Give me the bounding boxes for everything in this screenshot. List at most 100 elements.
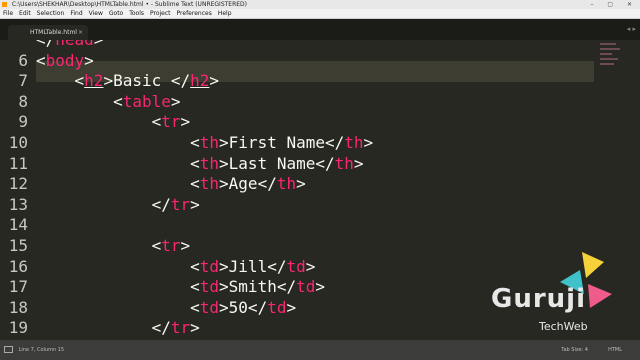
menu-item-selection[interactable]: Selection (34, 10, 68, 17)
code-line[interactable]: <th>Age</th> (36, 174, 306, 193)
tab-scroll-arrows-icon[interactable]: ◂ ▸ (627, 25, 636, 33)
app-icon (2, 2, 7, 7)
tab-bar: HTMLTable.html × ◂ ▸ (0, 19, 640, 40)
window-title: C:\Users\SHEKHAR\Desktop\HTMLTable.html … (11, 1, 248, 8)
code-text: < (190, 133, 200, 152)
cursor-position: Line 7, Column 15 (18, 347, 65, 353)
code-text: >Jill</ (219, 256, 287, 276)
menu-bar: File Edit Selection Find View Goto Tools Projec… (0, 9, 640, 19)
code-line[interactable]: <h2>Basic </h2> (36, 71, 220, 91)
line-number: 10 (8, 133, 28, 152)
tag-name: th (199, 174, 220, 194)
tag-name: td (199, 297, 220, 317)
tag-name: td (286, 256, 306, 276)
menu-item-find[interactable]: Find (67, 10, 85, 17)
code-text: < (190, 174, 200, 194)
line-number: 19 (8, 318, 28, 338)
code-text: >Age</ (219, 174, 277, 194)
tag-name: tr (170, 194, 191, 214)
syntax-selector[interactable]: HTML (608, 340, 622, 360)
panel-toggle-icon[interactable] (4, 346, 13, 353)
code-text: > (180, 236, 191, 255)
code-line[interactable]: <td>Smith</td> (36, 277, 325, 296)
code-line[interactable]: </tr> (36, 195, 200, 214)
window-controls[interactable]: – ▢ ✕ (590, 0, 638, 9)
line-number: 13 (8, 194, 28, 214)
code-text: > (315, 277, 325, 297)
minimap[interactable] (600, 40, 632, 80)
menu-item-help[interactable]: Help (215, 10, 235, 17)
code-text: < (151, 112, 162, 132)
code-text: > (190, 194, 200, 214)
tag-name: td (199, 277, 220, 297)
code-line[interactable]: <table> (36, 91, 180, 111)
tag-name: tr (161, 236, 181, 255)
code-text: > (84, 50, 94, 70)
menu-item-file[interactable]: File (0, 10, 16, 17)
code-text: > (209, 71, 220, 91)
code-text: > (305, 256, 316, 276)
tag-name: td (296, 277, 316, 297)
code-line[interactable]: <tr> (36, 112, 191, 132)
tag-name: th (276, 174, 297, 194)
code-line[interactable]: </head> (36, 40, 103, 49)
tab-size-selector[interactable]: Tab Size: 4 (561, 340, 588, 360)
menu-item-project[interactable]: Project (147, 10, 174, 17)
guruji-techweb-logo: Guruji TechWeb (486, 250, 636, 340)
tag-name: h2 (84, 71, 104, 91)
close-icon[interactable]: × (78, 25, 83, 40)
line-number: 18 (8, 297, 28, 317)
code-text: < (190, 277, 200, 297)
code-text: >50</ (219, 297, 268, 317)
tag-name: h2 (190, 71, 210, 91)
code-text: >Smith</ (219, 277, 297, 297)
line-number: 8 (18, 91, 28, 111)
code-text: > (363, 133, 374, 152)
logo-brand: Guruji (491, 284, 587, 314)
line-number: 16 (8, 256, 28, 276)
code-text: > (190, 318, 200, 338)
menu-item-preferences[interactable]: Preferences (174, 10, 215, 17)
menu-item-view[interactable]: View (86, 10, 106, 17)
logo-subtitle: TechWeb (539, 320, 588, 333)
code-line[interactable]: <td>Jill</td> (36, 257, 315, 276)
status-bar: Line 7, Column 15 Tab Size: 4 HTML (0, 340, 640, 360)
line-number: 14 (8, 215, 28, 235)
code-line[interactable]: <td>50</td> (36, 298, 296, 317)
code-text: </ (151, 318, 171, 338)
line-number: 9 (18, 112, 28, 132)
tag-name: th (199, 153, 220, 173)
code-text: >First Name</ (219, 133, 345, 152)
tab-htmltable[interactable]: HTMLTable.html × (8, 25, 88, 40)
code-line[interactable]: <body> (36, 51, 94, 70)
menu-item-tools[interactable]: Tools (126, 10, 147, 17)
tag-name: td (199, 256, 220, 276)
code-text: > (94, 40, 104, 49)
code-text: > (286, 297, 297, 317)
line-number: 17 (8, 277, 28, 297)
tag-name: tr (161, 112, 181, 132)
tag-name: th (344, 133, 364, 152)
code-line[interactable]: <th>Last Name</th> (36, 153, 364, 173)
menu-item-edit[interactable]: Edit (16, 10, 34, 17)
code-line[interactable]: </tr> (36, 318, 200, 337)
line-number: 11 (8, 153, 28, 173)
tag-name: tr (170, 318, 191, 338)
code-text: < (151, 236, 162, 255)
code-text: < (190, 256, 200, 276)
code-line[interactable]: <tr> (36, 236, 191, 255)
tab-label: HTMLTable.html (30, 29, 77, 36)
tag-name: head (55, 40, 94, 49)
line-number: 12 (8, 174, 28, 194)
code-text: > (180, 112, 191, 132)
tag-name: th (334, 153, 354, 173)
tag-name: td (267, 297, 287, 317)
code-text: > (353, 153, 364, 173)
code-text: > (296, 174, 306, 194)
tag-name: th (199, 133, 220, 152)
tag-name: table (122, 91, 171, 111)
code-line[interactable]: <th>First Name</th> (36, 133, 373, 152)
menu-item-goto[interactable]: Goto (106, 10, 126, 17)
line-number: 7 (18, 71, 28, 91)
tag-name: body (45, 50, 85, 70)
